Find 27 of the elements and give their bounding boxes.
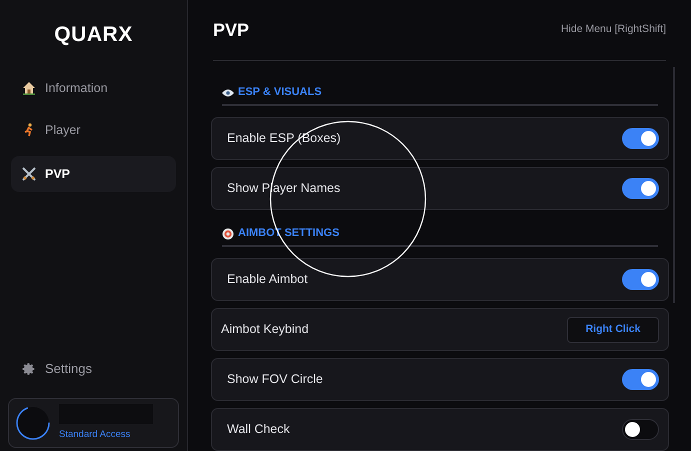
nav-item[interactable]: Information — [11, 72, 176, 104]
setting-label: Aimbot Keybind — [220, 321, 309, 338]
toggle-switch[interactable] — [622, 419, 659, 440]
eye-icon — [222, 89, 234, 97]
scrollbar[interactable] — [673, 67, 675, 303]
settings-icon[interactable] — [22, 362, 36, 376]
hide-menu-hint: Hide Menu [RightShift] — [560, 22, 666, 38]
setting-label: Wall Check — [226, 421, 290, 438]
target-icon — [222, 228, 234, 240]
toggle-switch[interactable] — [622, 178, 659, 199]
access-level: Standard Access — [59, 428, 132, 442]
page-title: PVP — [213, 18, 250, 42]
toggle-switch[interactable] — [622, 128, 659, 149]
settings-link[interactable]: Settings — [45, 359, 92, 379]
toggle-switch[interactable] — [622, 369, 659, 390]
nav-item[interactable]: PVP — [11, 156, 176, 192]
setting-label: Enable ESP (Boxes) — [226, 130, 341, 148]
nav-item[interactable]: Player — [11, 114, 176, 146]
crossed-swords-icon — [22, 167, 36, 181]
section-title: ESP & VISUALS — [238, 85, 322, 100]
avatar-ring-icon — [15, 405, 51, 441]
logo: QUARX — [54, 22, 133, 48]
keybind-button[interactable]: Right Click — [567, 316, 659, 342]
setting-label: Enable Aimbot — [226, 271, 308, 288]
setting-label: Show FOV Circle — [226, 371, 323, 388]
house-icon — [22, 81, 36, 95]
toggle-switch[interactable] — [622, 269, 659, 290]
